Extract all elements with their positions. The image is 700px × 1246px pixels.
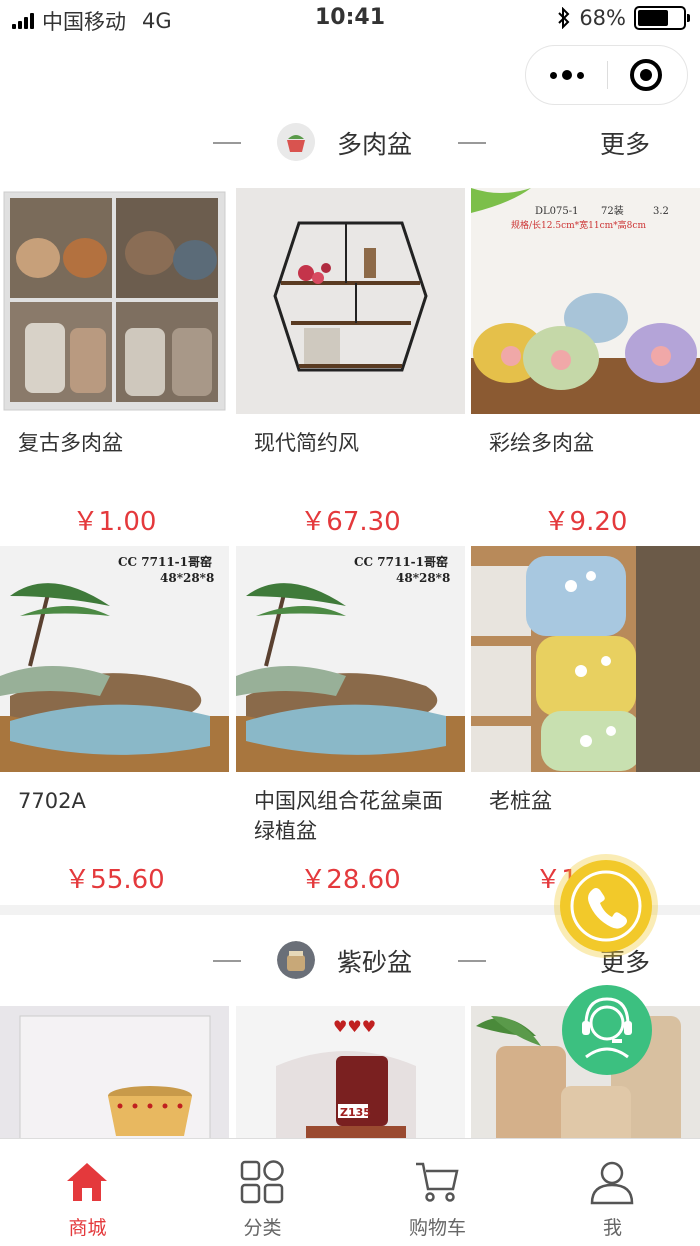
product-price: ￥67.30: [300, 507, 401, 537]
product-name: 彩绘多肉盆: [489, 431, 594, 455]
section-icon: [277, 123, 315, 161]
product-price: ￥9.20: [543, 507, 628, 537]
product-price: ￥1.00: [72, 507, 157, 537]
tab-cart[interactable]: 购物车: [350, 1139, 525, 1246]
tab-label: 我: [602, 1217, 622, 1239]
product-price: ￥28.60: [300, 865, 401, 895]
product-name: 7702A: [18, 789, 86, 813]
home-icon: [67, 1163, 107, 1201]
section-icon: [277, 941, 315, 979]
section-title: 紫砂盆: [337, 948, 413, 977]
more-link[interactable]: 更多: [600, 125, 650, 161]
product-image-code: DL075-1: [535, 206, 579, 217]
bluetooth-icon: [558, 7, 570, 29]
product-image-code: CC 7711-1哥窑: [354, 554, 448, 569]
phone-call-button[interactable]: [560, 860, 652, 952]
product-price: ￥55.60: [64, 865, 165, 895]
customer-service-button[interactable]: [562, 985, 652, 1075]
product-name: 现代简约风: [254, 431, 359, 455]
tab-label: 商城: [68, 1217, 107, 1239]
tab-label: 购物车: [408, 1217, 466, 1239]
product-image-spec: 规格/长12.5cm*宽11cm*高8cm: [511, 219, 646, 231]
product-image: CC 7711-1哥窑 48*28*8: [236, 546, 465, 772]
miniprogram-capsule: [525, 45, 688, 105]
heart-decoration: ♥♥♥: [333, 1017, 376, 1036]
tab-label: 分类: [243, 1217, 282, 1239]
tab-shop[interactable]: 商城: [0, 1139, 175, 1246]
battery-icon: [634, 6, 690, 30]
product-image-code: Z135: [340, 1106, 371, 1119]
product-image-pack: 72装: [601, 204, 624, 217]
close-miniprogram-button[interactable]: [630, 59, 662, 91]
section-header-succulent: 多肉盆 更多: [0, 112, 700, 172]
section-title: 多肉盆: [337, 130, 413, 159]
product-image: CC 7711-1哥窑 48*28*8: [0, 546, 229, 772]
capsule-divider: [607, 61, 608, 89]
product-image-code: CC 7711-1哥窑: [118, 554, 212, 569]
tab-category[interactable]: 分类: [175, 1139, 350, 1246]
divider-line: [213, 960, 241, 962]
customer-service-icon: [582, 997, 632, 1059]
product-image: [471, 546, 700, 772]
divider-line: [213, 142, 241, 144]
product-image: [236, 188, 465, 414]
product-image-size: 48*28*8: [160, 571, 214, 585]
product-name: 老桩盆: [489, 789, 552, 813]
divider-line: [458, 960, 486, 962]
product-name: 中国风组合花盆桌面绿植盆: [254, 789, 443, 843]
divider-line: [458, 142, 486, 144]
cart-icon: [416, 1162, 459, 1202]
status-bar: 中国移动 4G 10:41 68%: [0, 0, 700, 40]
product-name: 复古多肉盆: [18, 431, 123, 455]
product-image: [0, 188, 229, 414]
bottom-tab-bar: 商城 分类 购物车 我: [0, 1138, 700, 1245]
user-icon: [590, 1161, 634, 1205]
battery-percent: 68%: [579, 6, 626, 30]
product-image: DL075-1 72装 3.2 规格/长12.5cm*宽11cm*高8cm: [471, 188, 700, 414]
product-image-size: 48*28*8: [396, 571, 450, 585]
product-image-unit-price: 3.2: [653, 206, 669, 217]
phone-icon: [570, 870, 642, 942]
category-grid-icon: [240, 1160, 284, 1204]
tab-me[interactable]: 我: [525, 1139, 700, 1246]
more-menu-button[interactable]: [526, 46, 607, 104]
